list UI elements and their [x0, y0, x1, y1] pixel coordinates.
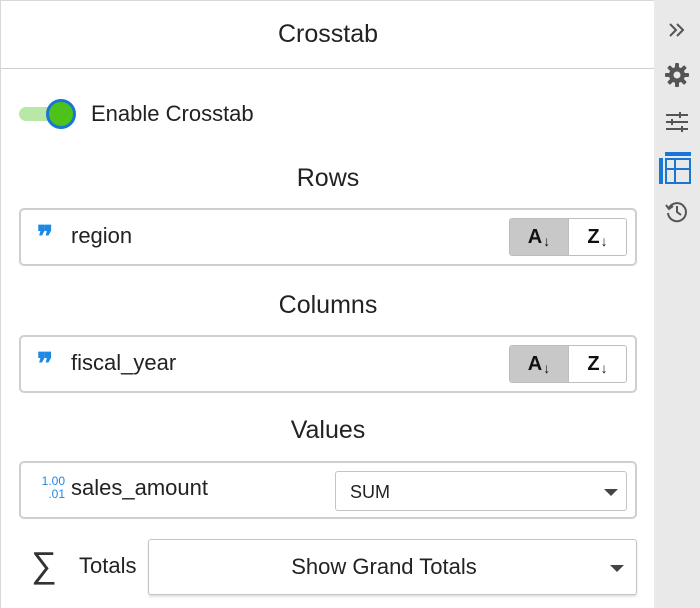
down-arrow-icon: ↓: [543, 233, 551, 249]
collapse-double-chevron-icon: [669, 23, 685, 37]
columns-sort-descending-button[interactable]: Z ↓: [567, 346, 626, 382]
panel-header: Crosstab: [1, 1, 655, 69]
values-section-title: Values: [290, 416, 366, 444]
settings-button[interactable]: [654, 55, 700, 95]
totals-select[interactable]: Show Grand Totals: [148, 539, 637, 595]
string-quote-icon: ❞: [37, 347, 54, 382]
values-field-name: sales_amount: [71, 475, 208, 500]
down-arrow-icon: ↓: [543, 360, 551, 376]
sort-asc-letter: A: [527, 225, 543, 248]
panel-title: Crosstab: [277, 20, 379, 48]
columns-field-name: fiscal_year: [71, 350, 177, 375]
crosstab-panel: Crosstab Enable Crosstab Rows ❞ region A…: [0, 0, 655, 608]
right-sidebar: [654, 0, 700, 608]
columns-field[interactable]: ❞ fiscal_year A ↓ Z ↓: [19, 335, 637, 393]
filters-button[interactable]: [654, 102, 700, 142]
table-grid-icon: [665, 152, 691, 184]
rows-sort-descending-button[interactable]: Z ↓: [567, 219, 626, 255]
totals-value: Show Grand Totals: [291, 554, 477, 579]
down-arrow-icon: ↓: [600, 360, 608, 376]
rows-sort-group: A ↓ Z ↓: [509, 218, 627, 256]
collapse-panel-button[interactable]: [654, 10, 700, 50]
rows-field-name: region: [71, 223, 133, 248]
columns-sort-group: A ↓ Z ↓: [509, 345, 627, 383]
aggregation-select[interactable]: SUM: [335, 471, 627, 511]
columns-section-title: Columns: [278, 291, 378, 319]
sort-desc-letter: Z: [587, 225, 600, 248]
enable-crosstab-toggle[interactable]: [19, 97, 77, 131]
aggregation-value: SUM: [350, 482, 390, 502]
down-arrow-icon: ↓: [600, 233, 608, 249]
toggle-knob: [46, 99, 76, 129]
gear-icon: [665, 63, 689, 87]
totals-label: Totals: [79, 553, 137, 578]
numeric-icon-bottom: .01: [48, 487, 65, 501]
totals-row: ∑ Totals Show Grand Totals: [1, 539, 655, 597]
sort-desc-letter: Z: [587, 352, 600, 375]
crosstab-button[interactable]: [654, 149, 700, 189]
enable-crosstab-row: Enable Crosstab: [19, 97, 254, 131]
numeric-icon: 1.00 .01: [35, 475, 65, 505]
columns-sort-ascending-button[interactable]: A ↓: [510, 346, 568, 382]
history-icon: [665, 202, 687, 223]
sigma-icon: ∑: [31, 544, 57, 585]
string-quote-icon: ❞: [37, 220, 54, 255]
enable-crosstab-label: Enable Crosstab: [91, 101, 254, 126]
sliders-icon: [666, 112, 688, 132]
rows-field[interactable]: ❞ region A ↓ Z ↓: [19, 208, 637, 266]
rows-sort-ascending-button[interactable]: A ↓: [510, 219, 568, 255]
sort-asc-letter: A: [527, 352, 543, 375]
chevron-down-icon: [604, 489, 618, 496]
history-button[interactable]: [654, 192, 700, 232]
chevron-down-icon: [610, 565, 624, 572]
rows-section-title: Rows: [296, 164, 360, 192]
values-field[interactable]: 1.00 .01 sales_amount SUM: [19, 461, 637, 519]
